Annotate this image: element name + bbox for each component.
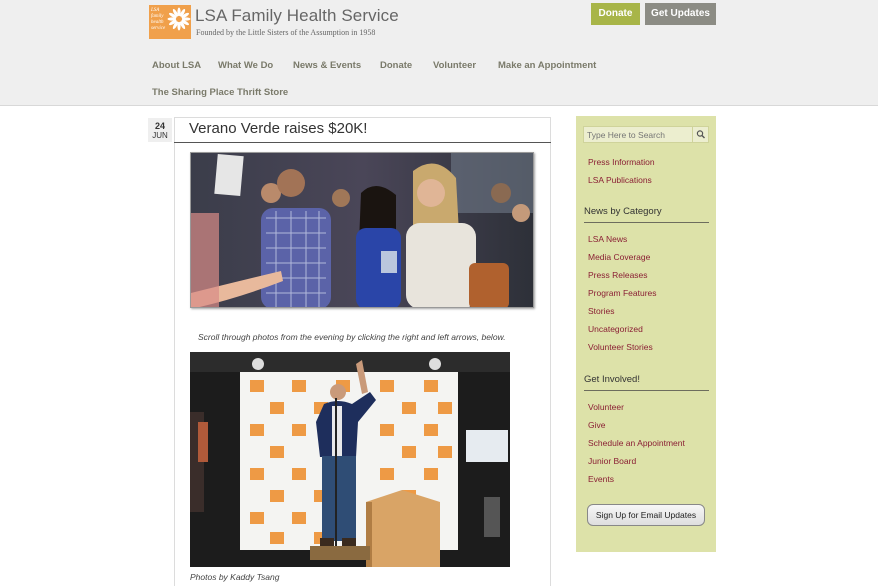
- sidebar-link-volunteer-stories[interactable]: Volunteer Stories: [588, 342, 653, 352]
- nav-item-thrift-store[interactable]: The Sharing Place Thrift Store: [152, 87, 288, 98]
- photo-caption-scroll: Scroll through photos from the evening b…: [198, 332, 506, 342]
- sidebar-link-give[interactable]: Give: [588, 420, 605, 430]
- photo-credit: Photos by Kaddy Tsang: [190, 572, 280, 582]
- site-title[interactable]: LSA Family Health Service: [195, 6, 399, 26]
- search-icon: [696, 130, 705, 139]
- sidebar-heading-news: News by Category: [584, 206, 662, 217]
- post-date-day: 24: [154, 121, 165, 131]
- post-title[interactable]: Verano Verde raises $20K!: [189, 120, 367, 137]
- post-date-badge: 24 JUN: [148, 118, 172, 142]
- search-input[interactable]: [587, 129, 691, 141]
- donate-button[interactable]: Donate: [591, 3, 640, 25]
- lsa-logo[interactable]: LSA family health service: [149, 5, 191, 39]
- nav-item-volunteer[interactable]: Volunteer: [433, 60, 476, 71]
- sidebar-heading-involved: Get Involved!: [584, 374, 640, 385]
- sidebar-link-media-coverage[interactable]: Media Coverage: [588, 252, 650, 262]
- nav-item-about[interactable]: About LSA: [152, 60, 201, 71]
- sidebar-link-events[interactable]: Events: [588, 474, 614, 484]
- sidebar-divider: [584, 390, 709, 391]
- sidebar-link-lsa-publications[interactable]: LSA Publications: [588, 175, 652, 185]
- search-button[interactable]: [692, 127, 708, 142]
- event-photo-speaker[interactable]: [190, 352, 510, 567]
- sidebar-link-junior-board[interactable]: Junior Board: [588, 456, 636, 466]
- sidebar-link-lsa-news[interactable]: LSA News: [588, 234, 627, 244]
- email-signup-button[interactable]: Sign Up for Email Updates: [587, 504, 705, 526]
- post-date-month: JUN: [152, 131, 168, 140]
- sidebar-link-stories[interactable]: Stories: [588, 306, 614, 316]
- search-box: [583, 126, 709, 143]
- crowd-photo-image: [191, 153, 533, 307]
- nav-item-make-appointment[interactable]: Make an Appointment: [498, 60, 596, 71]
- sidebar-link-schedule-appointment[interactable]: Schedule an Appointment: [588, 438, 685, 448]
- title-divider: [174, 142, 551, 143]
- speaker-photo-image: [190, 352, 510, 567]
- sidebar-link-volunteer[interactable]: Volunteer: [588, 402, 624, 412]
- sidebar-divider: [584, 222, 709, 223]
- nav-item-donate[interactable]: Donate: [380, 60, 412, 71]
- sidebar-link-program-features[interactable]: Program Features: [588, 288, 657, 298]
- get-updates-button[interactable]: Get Updates: [645, 3, 716, 25]
- daisy-icon: [167, 7, 191, 31]
- sidebar-link-press-information[interactable]: Press Information: [588, 157, 655, 167]
- event-photo-crowd[interactable]: [190, 152, 534, 308]
- nav-item-what-we-do[interactable]: What We Do: [218, 60, 273, 71]
- site-tagline: Founded by the Little Sisters of the Ass…: [196, 28, 376, 37]
- site-header: [0, 0, 878, 106]
- nav-item-news-events[interactable]: News & Events: [293, 60, 361, 71]
- sidebar-link-uncategorized[interactable]: Uncategorized: [588, 324, 643, 334]
- sidebar-link-press-releases[interactable]: Press Releases: [588, 270, 648, 280]
